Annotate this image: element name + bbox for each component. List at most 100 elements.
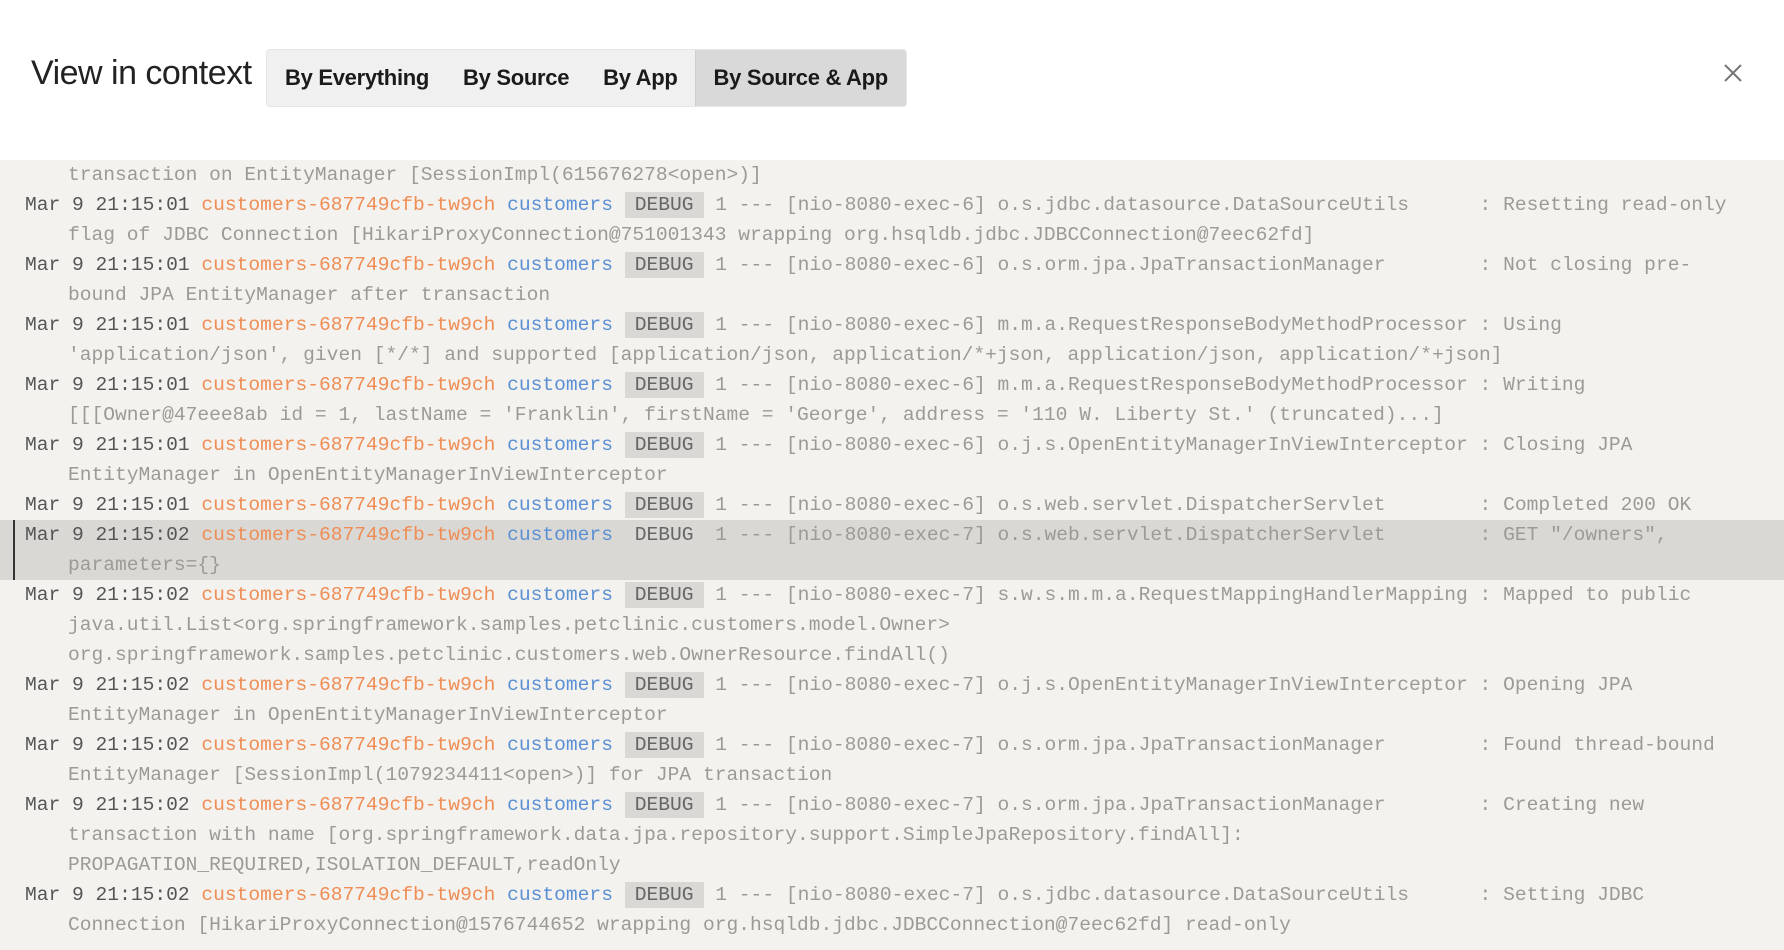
tab-by-source[interactable]: By Source bbox=[446, 50, 586, 106]
log-app: customers bbox=[507, 884, 613, 906]
log-app: customers bbox=[507, 314, 613, 336]
log-entry[interactable]: Mar 9 21:15:01 customers-687749cfb-tw9ch… bbox=[0, 370, 1784, 430]
log-app: customers bbox=[507, 374, 613, 396]
log-entry[interactable]: Mar 9 21:15:01 customers-687749cfb-tw9ch… bbox=[0, 190, 1784, 250]
log-first-line: Mar 9 21:15:01 customers-687749cfb-tw9ch… bbox=[25, 370, 1784, 400]
log-level-badge: DEBUG bbox=[624, 732, 704, 758]
close-icon bbox=[1724, 64, 1742, 82]
log-pod: customers-687749cfb-tw9ch bbox=[201, 254, 496, 276]
log-entry[interactable]: Mar 9 21:15:02 customers-687749cfb-tw9ch… bbox=[0, 880, 1784, 940]
log-pod: customers-687749cfb-tw9ch bbox=[201, 374, 496, 396]
log-entry[interactable]: Mar 9 21:15:02 customers-687749cfb-tw9ch… bbox=[0, 670, 1784, 730]
log-entry[interactable]: Mar 9 21:15:01 customers-687749cfb-tw9ch… bbox=[0, 310, 1784, 370]
tab-by-app[interactable]: By App bbox=[586, 50, 694, 106]
log-level-badge: DEBUG bbox=[624, 192, 704, 218]
log-continuation: bound JPA EntityManager after transactio… bbox=[68, 284, 551, 306]
log-pod: customers-687749cfb-tw9ch bbox=[201, 584, 496, 606]
log-pod: customers-687749cfb-tw9ch bbox=[201, 194, 496, 216]
log-level-badge: DEBUG bbox=[624, 432, 704, 458]
log-first-line: Mar 9 21:15:02 customers-687749cfb-tw9ch… bbox=[25, 880, 1784, 910]
tab-by-everything[interactable]: By Everything bbox=[267, 50, 446, 106]
log-pod: customers-687749cfb-tw9ch bbox=[201, 794, 496, 816]
log-continuation: [[[Owner@47eee8ab id = 1, lastName = 'Fr… bbox=[68, 404, 1444, 426]
log-continuation: EntityManager in OpenEntityManagerInView… bbox=[68, 464, 668, 486]
log-entry[interactable]: Mar 9 21:15:01 customers-687749cfb-tw9ch… bbox=[0, 250, 1784, 310]
log-entry[interactable]: Mar 9 21:15:01 customers-687749cfb-tw9ch… bbox=[0, 490, 1784, 520]
log-app: customers bbox=[507, 524, 613, 546]
dialog-title: View in context bbox=[31, 54, 252, 92]
log-first-line: Mar 9 21:15:02 customers-687749cfb-tw9ch… bbox=[25, 670, 1784, 700]
log-timestamp: Mar 9 21:15:01 bbox=[25, 314, 190, 336]
log-pod: customers-687749cfb-tw9ch bbox=[201, 494, 496, 516]
log-message: 1 --- [nio-8080-exec-7] o.s.jdbc.datasou… bbox=[715, 884, 1645, 906]
log-first-line: Mar 9 21:15:02 customers-687749cfb-tw9ch… bbox=[25, 520, 1784, 550]
log-level-badge: DEBUG bbox=[624, 672, 704, 698]
log-timestamp: Mar 9 21:15:01 bbox=[25, 194, 190, 216]
log-first-line: Mar 9 21:15:02 customers-687749cfb-tw9ch… bbox=[25, 790, 1784, 820]
log-first-line: Mar 9 21:15:01 customers-687749cfb-tw9ch… bbox=[25, 190, 1784, 220]
log-app: customers bbox=[507, 674, 613, 696]
log-message: 1 --- [nio-8080-exec-6] m.m.a.RequestRes… bbox=[715, 314, 1562, 336]
log-message: 1 --- [nio-8080-exec-7] s.w.s.m.m.a.Requ… bbox=[715, 584, 1692, 606]
log-pod: customers-687749cfb-tw9ch bbox=[201, 314, 496, 336]
log-first-line: Mar 9 21:15:01 customers-687749cfb-tw9ch… bbox=[25, 310, 1784, 340]
log-app: customers bbox=[507, 794, 613, 816]
log-level-badge: DEBUG bbox=[634, 524, 694, 546]
log-message: 1 --- [nio-8080-exec-7] o.s.web.servlet.… bbox=[715, 524, 1668, 546]
log-entry-partial: transaction on EntityManager [SessionImp… bbox=[0, 160, 1784, 190]
log-entry[interactable]: Mar 9 21:15:01 customers-687749cfb-tw9ch… bbox=[0, 430, 1784, 490]
tab-by-source-and-app[interactable]: By Source & App bbox=[694, 50, 906, 106]
log-timestamp: Mar 9 21:15:01 bbox=[25, 374, 190, 396]
log-pod: customers-687749cfb-tw9ch bbox=[201, 734, 496, 756]
log-timestamp: Mar 9 21:15:01 bbox=[25, 434, 190, 456]
log-timestamp: Mar 9 21:15:02 bbox=[25, 734, 190, 756]
log-message: 1 --- [nio-8080-exec-6] o.s.jdbc.datasou… bbox=[715, 194, 1727, 216]
log-first-line: Mar 9 21:15:02 customers-687749cfb-tw9ch… bbox=[25, 580, 1784, 610]
log-app: customers bbox=[507, 434, 613, 456]
log-continuation: flag of JDBC Connection [HikariProxyConn… bbox=[68, 224, 1315, 246]
log-level-badge: DEBUG bbox=[624, 882, 704, 908]
log-app: customers bbox=[507, 254, 613, 276]
log-continuation: Connection [HikariProxyConnection@157674… bbox=[68, 914, 1291, 936]
log-continuation: EntityManager [SessionImpl(1079234411<op… bbox=[68, 764, 833, 786]
dialog-header: View in context By Everything By Source … bbox=[0, 0, 1784, 160]
log-app: customers bbox=[507, 494, 613, 516]
context-tabs: By Everything By Source By App By Source… bbox=[266, 49, 907, 107]
log-level-badge: DEBUG bbox=[624, 312, 704, 338]
log-continuation: parameters={} bbox=[68, 554, 221, 576]
log-level-badge: DEBUG bbox=[624, 372, 704, 398]
log-pod: customers-687749cfb-tw9ch bbox=[201, 434, 496, 456]
log-level-badge: DEBUG bbox=[624, 582, 704, 608]
log-continuation: transaction on EntityManager [SessionImp… bbox=[68, 164, 762, 186]
log-level-badge: DEBUG bbox=[624, 792, 704, 818]
close-button[interactable] bbox=[1720, 60, 1746, 86]
log-continuation: PROPAGATION_REQUIRED,ISOLATION_DEFAULT,r… bbox=[68, 854, 621, 876]
log-timestamp: Mar 9 21:15:02 bbox=[25, 794, 190, 816]
log-message: 1 --- [nio-8080-exec-6] o.j.s.OpenEntity… bbox=[715, 434, 1633, 456]
log-pod: customers-687749cfb-tw9ch bbox=[201, 674, 496, 696]
log-level-badge: DEBUG bbox=[624, 252, 704, 278]
log-entry[interactable]: Mar 9 21:15:02 customers-687749cfb-tw9ch… bbox=[0, 730, 1784, 790]
log-timestamp: Mar 9 21:15:02 bbox=[25, 524, 190, 546]
log-app: customers bbox=[507, 584, 613, 606]
log-app: customers bbox=[507, 194, 613, 216]
log-message: 1 --- [nio-8080-exec-7] o.s.orm.jpa.JpaT… bbox=[715, 734, 1715, 756]
log-continuation: EntityManager in OpenEntityManagerInView… bbox=[68, 704, 668, 726]
log-entry[interactable]: Mar 9 21:15:02 customers-687749cfb-tw9ch… bbox=[0, 790, 1784, 880]
log-timestamp: Mar 9 21:15:02 bbox=[25, 674, 190, 696]
log-pod: customers-687749cfb-tw9ch bbox=[201, 524, 496, 546]
log-message: 1 --- [nio-8080-exec-6] o.s.orm.jpa.JpaT… bbox=[715, 254, 1692, 276]
log-continuation: 'application/json', given [*/*] and supp… bbox=[68, 344, 1503, 366]
log-list[interactable]: transaction on EntityManager [SessionImp… bbox=[0, 160, 1784, 950]
log-timestamp: Mar 9 21:15:02 bbox=[25, 584, 190, 606]
log-timestamp: Mar 9 21:15:01 bbox=[25, 254, 190, 276]
log-first-line: Mar 9 21:15:01 customers-687749cfb-tw9ch… bbox=[25, 490, 1784, 520]
log-first-line: Mar 9 21:15:01 customers-687749cfb-tw9ch… bbox=[25, 250, 1784, 280]
log-continuation: org.springframework.samples.petclinic.cu… bbox=[68, 644, 950, 666]
log-entry[interactable]: Mar 9 21:15:02 customers-687749cfb-tw9ch… bbox=[0, 580, 1784, 670]
log-first-line: Mar 9 21:15:01 customers-687749cfb-tw9ch… bbox=[25, 430, 1784, 460]
log-message: 1 --- [nio-8080-exec-7] o.j.s.OpenEntity… bbox=[715, 674, 1633, 696]
log-timestamp: Mar 9 21:15:02 bbox=[25, 884, 190, 906]
log-continuation: transaction with name [org.springframewo… bbox=[68, 824, 1244, 846]
log-entry-selected[interactable]: Mar 9 21:15:02 customers-687749cfb-tw9ch… bbox=[0, 520, 1784, 580]
